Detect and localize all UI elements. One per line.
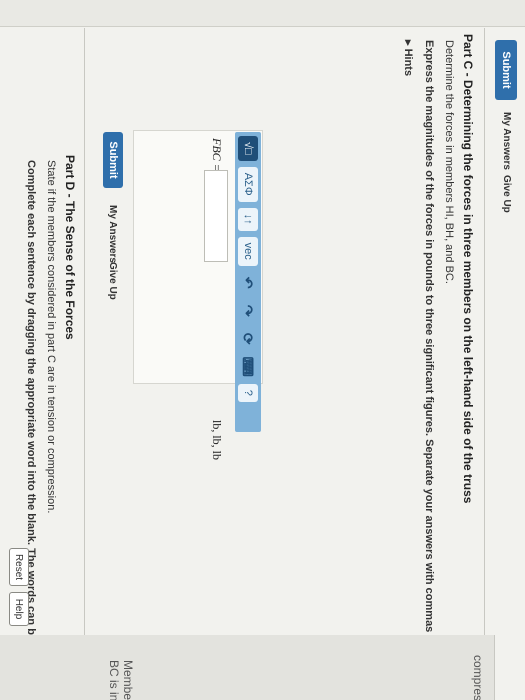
help-button[interactable]: Help (9, 592, 29, 626)
part-c-instruction: Determine the forces in members HI, BH, … (443, 40, 455, 284)
redo-icon[interactable]: ↷ (240, 300, 257, 322)
answer-input[interactable] (204, 170, 228, 262)
equation-toolbar: √□ AΣΦ ↓↑ vec ↶ ↷ ⟳ ⌨ ? (235, 132, 261, 432)
left-sidebar (0, 0, 525, 27)
keyboard-icon[interactable]: ⌨ (240, 356, 257, 378)
word-compression[interactable]: compression (471, 655, 485, 700)
separator (84, 28, 85, 700)
screen: Submit My Answers Give Up Part C - Deter… (0, 0, 525, 700)
sentence-member-bc: Member BC is in (107, 660, 135, 700)
part-c-title: Part C - Determining the forces in three… (461, 34, 475, 504)
arrows-button[interactable]: ↓↑ (238, 207, 258, 231)
greek-button[interactable]: AΣΦ (238, 166, 258, 202)
triangle-right-icon: ▸ (402, 40, 414, 49)
part-d-title: Part D - The Sense of the Forces (63, 155, 77, 340)
reset-button[interactable]: Reset (9, 548, 29, 586)
part-c-format-instruction: Express the magnitudes of the forces in … (423, 40, 435, 633)
undo-icon[interactable]: ↶ (240, 272, 257, 294)
previous-my-answers-link[interactable]: My Answers (501, 112, 512, 170)
part-c-submit-button[interactable]: Submit (103, 132, 123, 188)
hints-toggle[interactable]: ▸ Hints (402, 40, 415, 76)
reset-icon[interactable]: ⟳ (240, 328, 257, 350)
previous-give-up-link[interactable]: Give Up (501, 175, 512, 213)
hints-label: Hints (402, 48, 414, 77)
units-label: lb, lb, lb (210, 420, 224, 461)
previous-submit-button[interactable]: Submit (495, 40, 517, 100)
part-c-my-answers-link[interactable]: My Answers (107, 205, 118, 263)
separator (484, 28, 485, 700)
part-d-instruction: State if the members considered in part … (45, 160, 57, 514)
toolbar-help-button[interactable]: ? (238, 383, 258, 402)
drag-area (0, 635, 495, 700)
template-button[interactable]: √□ (238, 136, 258, 161)
part-c-give-up-link[interactable]: Give Up (107, 262, 118, 300)
vec-button[interactable]: vec (238, 236, 258, 266)
